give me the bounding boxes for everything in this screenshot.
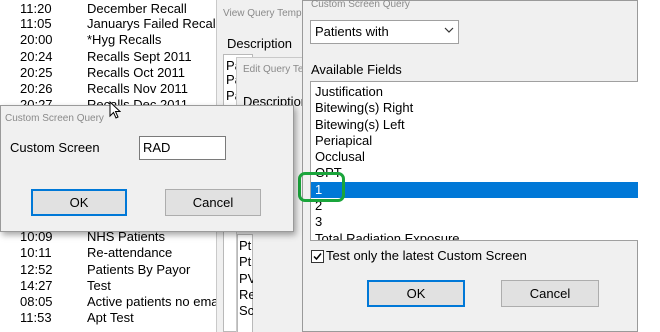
list-item[interactable]: 20:26 Recalls Nov 2011 <box>0 80 230 97</box>
mouse-cursor-icon <box>109 100 122 119</box>
chevron-down-icon[interactable] <box>444 25 454 38</box>
custom-screen-label: Custom Screen <box>10 140 100 155</box>
list-item[interactable]: 11:53 Apt Test <box>0 309 230 326</box>
check-icon <box>313 253 322 261</box>
query-type-select[interactable]: Patients with <box>310 20 459 44</box>
list-item[interactable]: PV <box>239 270 253 287</box>
page-edge <box>638 0 660 332</box>
checkbox-label[interactable]: Test only the latest Custom Screen <box>326 248 527 263</box>
ok-button[interactable]: OK <box>367 280 465 307</box>
field-item[interactable]: Occlusal <box>311 149 638 165</box>
dialog-title: Custom Screen Query <box>311 0 410 10</box>
field-item-selected[interactable]: 1 <box>311 182 638 198</box>
select-value: Patients with <box>315 24 389 39</box>
cancel-button[interactable]: Cancel <box>501 280 599 307</box>
list-item[interactable]: 14:27 Test <box>0 277 230 294</box>
list-item[interactable]: 20:25 Recalls Oct 2011 <box>0 64 230 81</box>
custom-screen-query-dialog: Custom Screen Query Patients with Availa… <box>302 0 639 332</box>
template-field-list[interactable]: Pt Pt PV Re Sc <box>237 234 253 332</box>
field-item[interactable]: 3 <box>311 214 638 230</box>
list-item[interactable]: 12:52 Patients By Payor <box>0 261 230 278</box>
field-item[interactable]: Justification <box>311 84 638 100</box>
latest-screen-checkbox[interactable] <box>311 250 324 263</box>
list-item[interactable]: 11:05 Januarys Failed Recalls <box>0 15 230 32</box>
dialog-title: Custom Screen Query <box>5 113 104 124</box>
cancel-button[interactable]: Cancel <box>165 189 261 216</box>
list-item[interactable]: 20:24 Recalls Sept 2011 <box>0 48 230 65</box>
field-item[interactable]: 2 <box>311 198 638 214</box>
custom-screen-input[interactable]: RAD <box>139 136 226 160</box>
list-item[interactable]: 10:11 Re-attendance <box>0 244 230 261</box>
list-item[interactable]: Re <box>239 286 253 303</box>
field-item[interactable]: Bitewing(s) Right <box>311 100 638 116</box>
list-item[interactable]: Pt <box>239 237 253 254</box>
field-item[interactable]: Total Radiation Exposure <box>311 231 638 240</box>
custom-screen-input-dialog: Custom Screen Query Custom Screen RAD OK… <box>0 105 294 232</box>
list-item[interactable]: Sc <box>239 302 253 319</box>
field-item[interactable]: Bitewing(s) Left <box>311 117 638 133</box>
ok-button[interactable]: OK <box>31 189 127 216</box>
list-item[interactable]: 20:00 *Hyg Recalls <box>0 31 230 48</box>
list-item[interactable]: 08:05 Active patients no email <box>0 293 230 310</box>
available-fields-label: Available Fields <box>311 62 402 77</box>
description-label: Description <box>227 36 293 51</box>
available-fields-list[interactable]: Justification Bitewing(s) Right Bitewing… <box>310 81 639 241</box>
field-item[interactable]: OPT <box>311 165 638 181</box>
highlight-annotation <box>298 172 345 202</box>
list-item[interactable]: Pt <box>239 253 253 270</box>
field-item[interactable]: Periapical <box>311 133 638 149</box>
